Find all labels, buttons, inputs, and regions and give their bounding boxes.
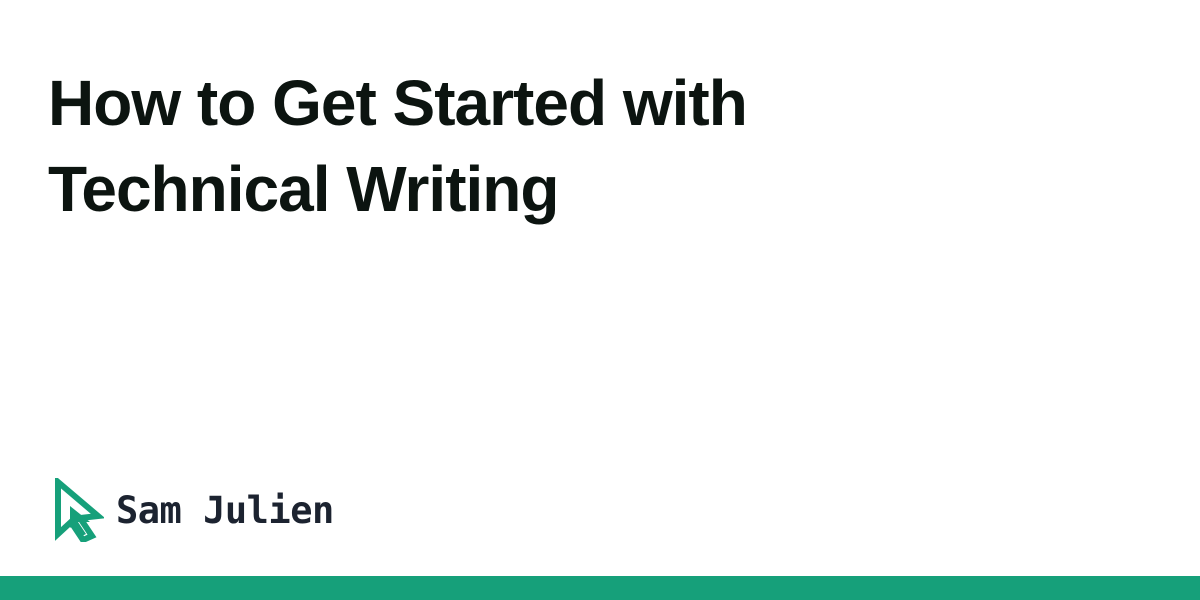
page-title: How to Get Started with Technical Writin… bbox=[48, 60, 948, 232]
cursor-arrow-icon bbox=[55, 478, 104, 542]
title-line-1: How to Get Started with bbox=[48, 67, 748, 139]
author-name: Sam Julien bbox=[116, 488, 334, 532]
accent-bar bbox=[0, 576, 1200, 600]
title-line-2: Technical Writing bbox=[48, 153, 559, 225]
social-card: How to Get Started with Technical Writin… bbox=[0, 0, 1200, 600]
author-brand: Sam Julien bbox=[52, 476, 334, 544]
